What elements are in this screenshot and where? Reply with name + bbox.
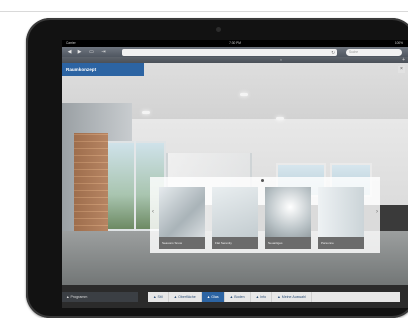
carousel-item-image	[318, 187, 364, 237]
carousel-item-image	[159, 187, 205, 237]
program-button[interactable]: ▲ Programm	[62, 292, 138, 302]
page-indicator	[261, 179, 264, 182]
ceiling-light	[276, 117, 284, 120]
page-title: Raumkonzept	[62, 63, 144, 76]
url-field[interactable]: ↻	[122, 48, 337, 56]
status-bar: Carrier 7:30 PM 100%	[62, 40, 408, 47]
browser-toolbar: ◀ ▶ ▭ ⇥ ↻ Suche	[62, 47, 408, 57]
room-window-mullion	[134, 141, 136, 231]
status-time: 7:30 PM	[229, 41, 241, 45]
bookmarks-icon[interactable]: ▭	[88, 49, 95, 56]
ceiling-light	[240, 93, 248, 96]
share-icon[interactable]: ⇥	[100, 49, 107, 56]
close-button[interactable]: ×	[398, 66, 405, 73]
search-input[interactable]: Suche	[346, 48, 402, 56]
back-arrow-icon[interactable]: ◀	[66, 49, 73, 56]
room-visualization: Raumkonzept × ‹ › Seasons Snow Flat Sere…	[62, 63, 408, 285]
carousel-item[interactable]: Seasons Snow	[159, 187, 205, 249]
page-divider	[0, 11, 408, 12]
forward-arrow-icon[interactable]: ▶	[76, 49, 83, 56]
bottom-bar: ▲ Programm ▲ Stil ▲ Oberfläche ▲ Glas ▲ …	[62, 285, 408, 308]
reload-icon[interactable]: ↻	[331, 49, 335, 56]
ipad-screen: Carrier 7:30 PM 100% ◀ ▶ ▭ ⇥ ↻ Suche × +	[62, 40, 408, 308]
chevron-left-icon[interactable]: ‹	[152, 209, 154, 215]
tab-close-icon[interactable]: ×	[280, 58, 282, 62]
glass-carousel: ‹ › Seasons Snow Flat Serenity Neuartige…	[150, 177, 380, 253]
carousel-item-label: Neuartiges	[265, 237, 311, 249]
status-battery: 100%	[394, 41, 403, 45]
ipad-device: Carrier 7:30 PM 100% ◀ ▶ ▭ ⇥ ↻ Suche × +	[26, 18, 408, 318]
carousel-item[interactable]: Neuartiges	[265, 187, 311, 249]
tab-style[interactable]: ▲ Stil	[148, 292, 169, 302]
tab-info[interactable]: ▲ Info	[251, 292, 273, 302]
tab-my-selection[interactable]: ▲ Meine Auswahl	[272, 292, 312, 302]
carousel-item-image	[212, 187, 258, 237]
web-app: Raumkonzept × ‹ › Seasons Snow Flat Sere…	[62, 63, 408, 308]
carousel-item[interactable]: Flat Serenity	[212, 187, 258, 249]
action-bar: ▲ Stil ▲ Oberfläche ▲ Glas ▲ Boden ▲ Inf…	[148, 292, 400, 302]
carousel-item-label: Flat Serenity	[212, 237, 258, 249]
chevron-right-icon[interactable]: ›	[376, 209, 378, 215]
carousel-item[interactable]: Parsonne	[318, 187, 364, 249]
tab-floor[interactable]: ▲ Boden	[225, 292, 251, 302]
camera-icon	[216, 27, 221, 32]
tab-surface[interactable]: ▲ Oberfläche	[169, 292, 202, 302]
carousel-item-label: Parsonne	[318, 237, 364, 249]
carousel-item-label: Seasons Snow	[159, 237, 205, 249]
ceiling-light	[142, 111, 150, 114]
carousel-item-image	[265, 187, 311, 237]
tab-glass[interactable]: ▲ Glas	[201, 292, 225, 302]
